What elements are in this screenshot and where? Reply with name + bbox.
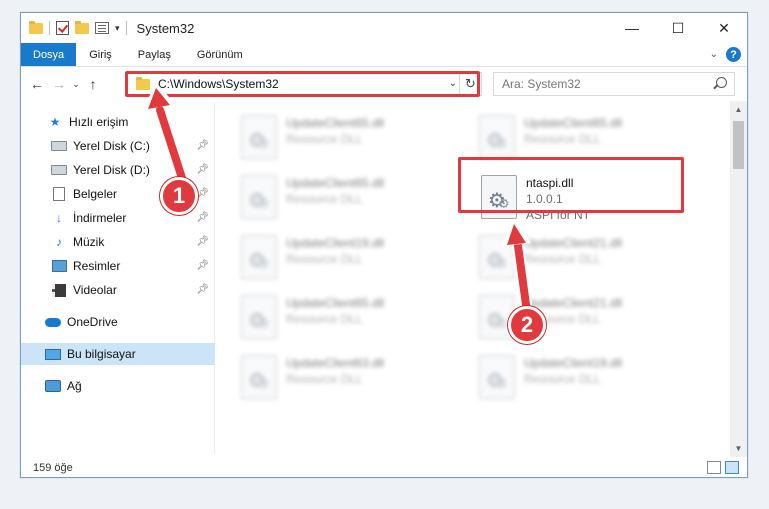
step-2-badge: 2 xyxy=(508,306,546,344)
arrow-2 xyxy=(502,218,533,318)
step-1-badge: 1 xyxy=(160,177,198,215)
arrow-1 xyxy=(143,82,188,184)
callout-arrows xyxy=(143,82,533,318)
desktop: ▾ System32 — ☐ ✕ Dosya Giriş Paylaş Görü… xyxy=(0,0,769,509)
